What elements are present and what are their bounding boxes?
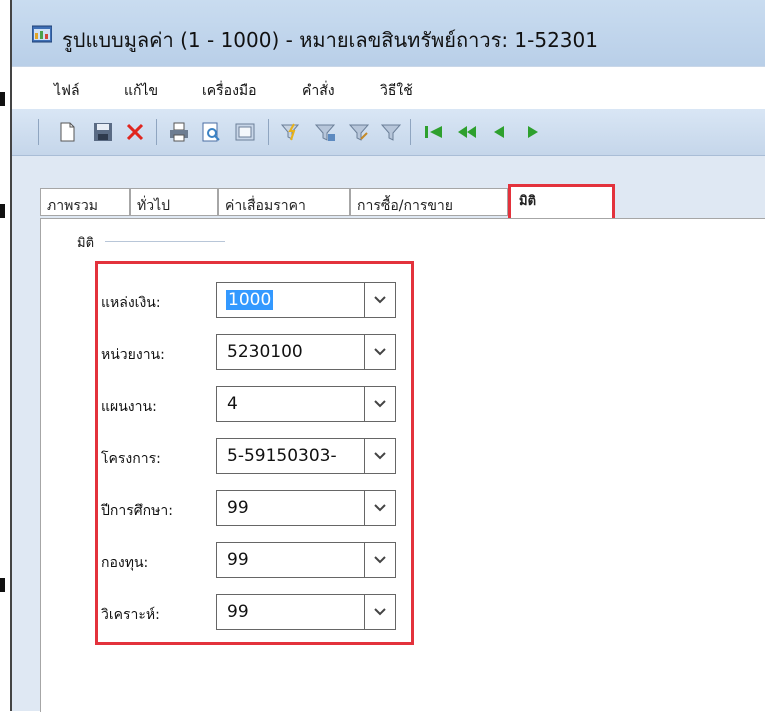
menu-edit[interactable]: แก้ไข: [124, 80, 158, 102]
delete-icon[interactable]: [124, 121, 146, 143]
menu-tools[interactable]: เครื่องมือ: [202, 80, 257, 102]
new-document-icon[interactable]: [56, 121, 78, 143]
fund-combobox[interactable]: 99: [216, 542, 396, 578]
app-icon: [31, 25, 53, 43]
remove-filter-icon[interactable]: [380, 121, 402, 143]
fund-value[interactable]: 99: [227, 550, 249, 570]
print-preview-icon[interactable]: [200, 121, 222, 143]
tab-purchase-sale[interactable]: การซื้อ/การขาย: [350, 188, 508, 216]
menu-bar: ไฟล์ แก้ไข เครื่องมือ คำสั่ง วิธีใช้: [12, 66, 765, 110]
advanced-filter-icon[interactable]: [348, 121, 370, 143]
export-excel-icon[interactable]: [234, 121, 256, 143]
group-divider: [105, 241, 225, 242]
analysis-value[interactable]: 99: [227, 602, 249, 622]
fund-dropdown-button[interactable]: [364, 543, 395, 577]
filter-by-selection-icon[interactable]: [280, 121, 302, 143]
menu-commands[interactable]: คำสั่ง: [302, 80, 335, 102]
plan-value[interactable]: 4: [227, 394, 238, 414]
field-label-department: หน่วยงาน:: [101, 347, 165, 363]
field-label-analysis: วิเคราะห์:: [101, 607, 160, 623]
funding-source-dropdown-button[interactable]: [364, 283, 395, 317]
dimensions-group-title: มิติ: [77, 236, 95, 251]
window-title: รูปแบบมูลค่า (1 - 1000) - หมายเลขสินทรัพ…: [62, 28, 598, 52]
print-icon[interactable]: [168, 121, 190, 143]
academic-year-value[interactable]: 99: [227, 498, 249, 518]
funding-source-combobox[interactable]: 1000: [216, 282, 396, 318]
tab-overview[interactable]: ภาพรวม: [40, 188, 130, 216]
department-value[interactable]: 5230100: [227, 342, 303, 362]
chevron-down-icon: [374, 608, 386, 616]
filter-icon[interactable]: [314, 121, 336, 143]
toolbar-separator: [156, 119, 157, 145]
chevron-down-icon: [374, 296, 386, 304]
menu-help[interactable]: วิธีใช้: [380, 80, 413, 102]
next-record-icon[interactable]: [522, 121, 544, 143]
field-label-funding-source: แหล่งเงิน:: [101, 295, 161, 311]
field-label-fund: กองทุน:: [101, 555, 149, 571]
dimensions-panel: มิติ แหล่งเงิน: 1000 หน่วยงาน: 5230100 แ…: [40, 218, 765, 712]
chevron-down-icon: [374, 400, 386, 408]
academic-year-dropdown-button[interactable]: [364, 491, 395, 525]
plan-combobox[interactable]: 4: [216, 386, 396, 422]
department-combobox[interactable]: 5230100: [216, 334, 396, 370]
toolbar-separator: [410, 119, 411, 145]
field-label-project: โครงการ:: [101, 451, 161, 467]
toolbar: [12, 109, 765, 156]
tab-dimensions[interactable]: มิติ: [508, 184, 615, 218]
chevron-down-icon: [374, 504, 386, 512]
title-bar: รูปแบบมูลค่า (1 - 1000) - หมายเลขสินทรัพ…: [12, 0, 765, 66]
department-dropdown-button[interactable]: [364, 335, 395, 369]
menu-file[interactable]: ไฟล์: [54, 80, 80, 102]
first-record-icon[interactable]: [422, 121, 444, 143]
project-dropdown-button[interactable]: [364, 439, 395, 473]
tab-general[interactable]: ทั่วไป: [130, 188, 218, 216]
project-combobox[interactable]: 5-59150303-: [216, 438, 396, 474]
plan-dropdown-button[interactable]: [364, 387, 395, 421]
window-edge-mark: [0, 204, 5, 218]
chevron-down-icon: [374, 556, 386, 564]
form-content: ภาพรวม ทั่วไป ค่าเสื่อมราคา การซื้อ/การข…: [12, 156, 765, 712]
fixed-asset-window: รูปแบบมูลค่า (1 - 1000) - หมายเลขสินทรัพ…: [10, 0, 765, 712]
previous-record-icon[interactable]: [488, 121, 510, 143]
toolbar-separator: [38, 119, 39, 145]
analysis-combobox[interactable]: 99: [216, 594, 396, 630]
funding-source-value[interactable]: 1000: [226, 290, 274, 310]
field-label-academic-year: ปีการศึกษา:: [101, 503, 173, 519]
chevron-down-icon: [374, 348, 386, 356]
academic-year-combobox[interactable]: 99: [216, 490, 396, 526]
field-label-plan: แผนงาน:: [101, 399, 157, 415]
save-icon[interactable]: [92, 121, 114, 143]
chevron-down-icon: [374, 452, 386, 460]
window-edge-mark: [0, 92, 5, 106]
previous-page-icon[interactable]: [456, 121, 478, 143]
window-edge-mark: [0, 578, 5, 592]
tab-strip: ภาพรวม ทั่วไป ค่าเสื่อมราคา การซื้อ/การข…: [40, 184, 765, 218]
analysis-dropdown-button[interactable]: [364, 595, 395, 629]
tab-depreciation[interactable]: ค่าเสื่อมราคา: [218, 188, 350, 216]
toolbar-separator: [268, 119, 269, 145]
project-value[interactable]: 5-59150303-: [227, 446, 337, 466]
